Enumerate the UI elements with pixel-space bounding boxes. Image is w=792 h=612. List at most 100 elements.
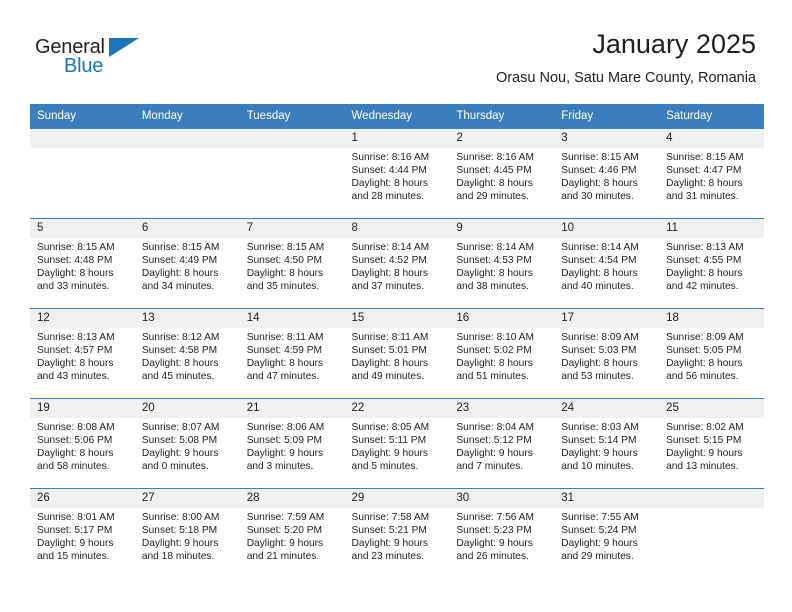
- calendar-day-cell[interactable]: 15 Sunrise: 8:11 AM Sunset: 5:01 PM Dayligh…: [344, 308, 450, 399]
- calendar-day-cell[interactable]: 31 Sunrise: 7:55 AM Sunset: 5:24 PM Dayligh…: [554, 488, 660, 578]
- calendar-day-cell[interactable]: 17 Sunrise: 8:09 AM Sunset: 5:03 PM Dayligh…: [554, 308, 660, 399]
- calendar-day-cell[interactable]: 30 Sunrise: 7:56 AM Sunset: 5:23 PM Dayligh…: [449, 488, 555, 578]
- calendar-day-cell[interactable]: 19 Sunrise: 8:08 AM Sunset: 5:06 PM Dayligh…: [30, 398, 135, 489]
- daylight-duration-line2: and 34 minutes.: [141, 281, 215, 293]
- calendar-day-cell[interactable]: 1 Sunrise: 8:16 AM Sunset: 4:44 PM Daylight…: [344, 128, 450, 219]
- daylight-duration-line1: Daylight: 8 hours: [37, 358, 114, 370]
- sunset-time: Sunset: 5:14 PM: [561, 435, 637, 447]
- sunrise-time: Sunrise: 8:16 AM: [351, 152, 430, 163]
- sunrise-time: Sunrise: 8:09 AM: [666, 332, 744, 343]
- sunset-time: Sunset: 5:21 PM: [351, 525, 427, 537]
- sunrise-time: Sunrise: 8:10 AM: [456, 332, 534, 343]
- logo-text-blue: Blue: [64, 55, 104, 77]
- calendar-day-cell[interactable]: 22 Sunrise: 8:05 AM Sunset: 5:11 PM Dayligh…: [344, 398, 450, 489]
- calendar-day-cell[interactable]: 21 Sunrise: 8:06 AM Sunset: 5:09 PM Dayligh…: [239, 398, 345, 489]
- calendar-day-cell[interactable]: 27 Sunrise: 8:00 AM Sunset: 5:18 PM Dayligh…: [134, 488, 240, 578]
- calendar-day-cell[interactable]: 8 Sunrise: 8:14 AM Sunset: 4:52 PM Daylight…: [344, 218, 450, 309]
- daylight-duration-line2: and 18 minutes.: [141, 551, 215, 563]
- sunrise-time: Sunrise: 8:14 AM: [351, 242, 430, 253]
- day-number: 22: [344, 399, 450, 418]
- sunrise-sunset-calendar: Sunday Monday Tuesday Wednesday Thursday…: [30, 104, 764, 578]
- day-number: 11: [659, 219, 764, 238]
- daylight-duration-line2: and 15 minutes.: [37, 551, 110, 563]
- calendar-week-row: 19 Sunrise: 8:08 AM Sunset: 5:06 PM Dayligh…: [30, 398, 764, 489]
- day-details: Sunrise: 8:05 AM Sunset: 5:11 PM Daylight:…: [345, 418, 450, 473]
- day-details: Sunrise: 8:11 AM Sunset: 4:59 PM Daylight:…: [240, 328, 345, 383]
- daylight-duration-line1: Daylight: 8 hours: [141, 268, 219, 280]
- generalblue-logo[interactable]: General Blue: [35, 36, 165, 84]
- calendar-day-cell[interactable]: 20 Sunrise: 8:07 AM Sunset: 5:08 PM Dayligh…: [134, 398, 240, 489]
- calendar-day-cell[interactable]: 2 Sunrise: 8:16 AM Sunset: 4:45 PM Daylight…: [449, 128, 555, 219]
- sunrise-time: Sunrise: 8:03 AM: [561, 422, 639, 433]
- daylight-duration-line1: Daylight: 9 hours: [666, 448, 743, 460]
- calendar-day-cell[interactable]: 25 Sunrise: 8:02 AM Sunset: 5:15 PM Dayligh…: [659, 398, 764, 489]
- calendar-day-cell[interactable]: 16 Sunrise: 8:10 AM Sunset: 5:02 PM Dayligh…: [449, 308, 555, 399]
- daylight-duration-line1: Daylight: 8 hours: [37, 268, 114, 280]
- day-details: Sunrise: 8:16 AM Sunset: 4:44 PM Daylight:…: [345, 148, 450, 203]
- calendar-day-cell[interactable]: 12 Sunrise: 8:13 AM Sunset: 4:57 PM Dayligh…: [30, 308, 135, 399]
- daylight-duration-line2: and 28 minutes.: [351, 191, 425, 203]
- location-subtitle: Orasu Nou, Satu Mare County, Romania: [495, 70, 756, 86]
- sunrise-time: Sunrise: 8:06 AM: [246, 422, 325, 433]
- day-number: 5: [30, 219, 135, 238]
- daylight-duration-line1: Daylight: 8 hours: [351, 178, 428, 190]
- daylight-duration-line1: Daylight: 9 hours: [456, 538, 533, 550]
- calendar-day-cell[interactable]: 26 Sunrise: 8:01 AM Sunset: 5:17 PM Dayligh…: [30, 488, 135, 578]
- weekday-header-saturday: Saturday: [659, 104, 764, 129]
- calendar-day-cell[interactable]: 18 Sunrise: 8:09 AM Sunset: 5:05 PM Dayligh…: [659, 308, 764, 399]
- calendar-day-cell[interactable]: 10 Sunrise: 8:14 AM Sunset: 4:54 PM Dayligh…: [554, 218, 660, 309]
- daylight-duration-line2: and 51 minutes.: [456, 371, 529, 383]
- calendar-cell-empty: [134, 128, 240, 219]
- daylight-duration-line1: Daylight: 8 hours: [37, 448, 114, 460]
- calendar-day-cell[interactable]: 14 Sunrise: 8:11 AM Sunset: 4:59 PM Dayligh…: [239, 308, 345, 399]
- calendar-day-cell[interactable]: 24 Sunrise: 8:03 AM Sunset: 5:14 PM Dayligh…: [554, 398, 660, 489]
- sunset-time: Sunset: 4:44 PM: [351, 165, 427, 177]
- weekday-header-thursday: Thursday: [449, 104, 555, 129]
- day-details: Sunrise: 7:59 AM Sunset: 5:20 PM Daylight:…: [240, 508, 345, 563]
- day-number: 16: [449, 309, 555, 328]
- day-number: 19: [30, 399, 135, 418]
- sunset-time: Sunset: 5:18 PM: [141, 525, 218, 537]
- daylight-duration-line2: and 26 minutes.: [456, 551, 529, 563]
- calendar-week-row: 5 Sunrise: 8:15 AM Sunset: 4:48 PM Daylight…: [30, 218, 764, 309]
- calendar-day-cell[interactable]: 11 Sunrise: 8:13 AM Sunset: 4:55 PM Dayligh…: [659, 218, 764, 309]
- calendar-day-cell[interactable]: 9 Sunrise: 8:14 AM Sunset: 4:53 PM Daylight…: [449, 218, 555, 309]
- day-details: Sunrise: 8:01 AM Sunset: 5:17 PM Daylight:…: [30, 508, 135, 563]
- sunrise-time: Sunrise: 8:04 AM: [456, 422, 534, 433]
- calendar-day-cell[interactable]: 4 Sunrise: 8:15 AM Sunset: 4:47 PM Daylight…: [659, 128, 764, 219]
- weekday-header-friday: Friday: [554, 104, 660, 129]
- day-number: [239, 129, 345, 148]
- day-number: 30: [449, 489, 555, 508]
- daylight-duration-line1: Daylight: 8 hours: [456, 178, 533, 190]
- daylight-duration-line1: Daylight: 8 hours: [666, 268, 743, 280]
- calendar-day-cell[interactable]: 13 Sunrise: 8:12 AM Sunset: 4:58 PM Dayligh…: [134, 308, 240, 399]
- calendar-day-cell[interactable]: 29 Sunrise: 7:58 AM Sunset: 5:21 PM Dayligh…: [344, 488, 450, 578]
- calendar-day-cell[interactable]: 6 Sunrise: 8:15 AM Sunset: 4:49 PM Daylight…: [134, 218, 240, 309]
- daylight-duration-line2: and 13 minutes.: [666, 461, 739, 473]
- calendar-day-cell[interactable]: 5 Sunrise: 8:15 AM Sunset: 4:48 PM Daylight…: [30, 218, 135, 309]
- logo-triangle-icon: [109, 38, 139, 57]
- calendar-day-cell[interactable]: 23 Sunrise: 8:04 AM Sunset: 5:12 PM Dayligh…: [449, 398, 555, 489]
- day-number: 29: [344, 489, 450, 508]
- sunrise-time: Sunrise: 8:14 AM: [456, 242, 534, 253]
- calendar-day-cell[interactable]: 3 Sunrise: 8:15 AM Sunset: 4:46 PM Daylight…: [554, 128, 660, 219]
- sunset-time: Sunset: 5:17 PM: [37, 525, 113, 537]
- day-details: [659, 508, 764, 511]
- daylight-duration-line1: Daylight: 8 hours: [666, 178, 743, 190]
- day-details: Sunrise: 8:00 AM Sunset: 5:18 PM Daylight:…: [135, 508, 240, 563]
- day-details: Sunrise: 8:15 AM Sunset: 4:50 PM Daylight:…: [240, 238, 345, 293]
- day-number: 26: [30, 489, 135, 508]
- daylight-duration-line2: and 29 minutes.: [561, 551, 634, 563]
- day-number: 20: [134, 399, 240, 418]
- sunset-time: Sunset: 5:08 PM: [141, 435, 218, 447]
- calendar-day-cell[interactable]: 28 Sunrise: 7:59 AM Sunset: 5:20 PM Dayligh…: [239, 488, 345, 578]
- sunrise-time: Sunrise: 8:15 AM: [246, 242, 325, 253]
- page-title: January 2025: [592, 29, 756, 59]
- sunrise-time: Sunrise: 7:59 AM: [246, 512, 325, 523]
- sunrise-time: Sunrise: 8:15 AM: [666, 152, 744, 163]
- sunset-time: Sunset: 5:02 PM: [456, 345, 532, 357]
- calendar-day-cell[interactable]: 7 Sunrise: 8:15 AM Sunset: 4:50 PM Daylight…: [239, 218, 345, 309]
- daylight-duration-line2: and 38 minutes.: [456, 281, 529, 293]
- daylight-duration-line2: and 47 minutes.: [246, 371, 320, 383]
- sunrise-time: Sunrise: 7:55 AM: [561, 512, 639, 523]
